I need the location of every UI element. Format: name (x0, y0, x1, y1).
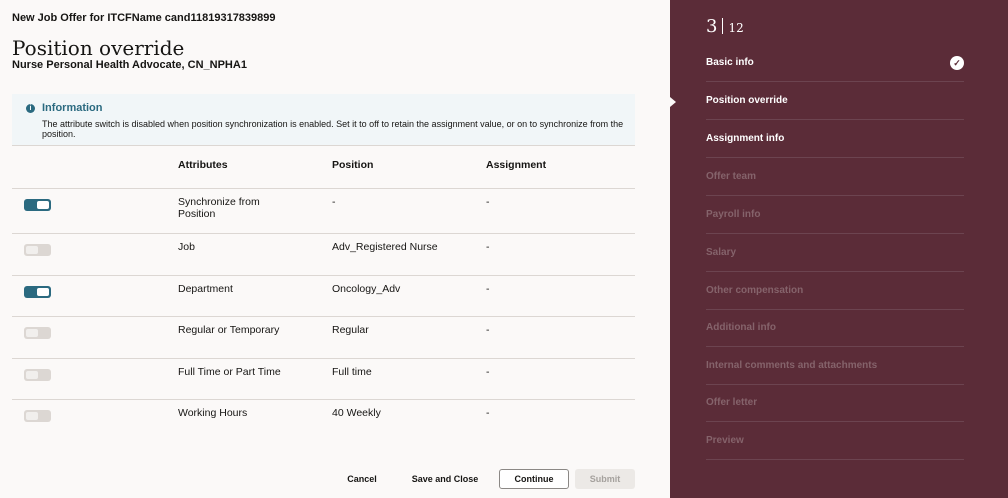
table-row: Department Oncology_Adv - (12, 276, 635, 317)
continue-button[interactable]: Continue (499, 469, 569, 489)
table-header: Attributes Position Assignment (12, 148, 635, 189)
info-heading: Information (42, 102, 103, 114)
current-step-indicator (670, 97, 676, 107)
regular-temporary-toggle (24, 327, 51, 339)
toggle-knob (37, 288, 49, 296)
attribute-cell: Synchronize from Position (178, 196, 260, 220)
toggle-knob (26, 412, 38, 420)
step-label: Basic info (706, 57, 754, 68)
attribute-cell: Working Hours (178, 407, 248, 419)
offer-title: New Job Offer for ITCFName cand118193178… (12, 12, 276, 24)
attribute-cell: Department (178, 283, 233, 295)
step-basic-info[interactable]: Basic info ✓ (706, 44, 964, 82)
column-header-position: Position (332, 159, 374, 171)
step-separator (722, 18, 724, 34)
step-label: Assignment info (706, 133, 785, 144)
step-other-compensation: Other compensation (706, 272, 964, 310)
position-cell: Regular (332, 324, 369, 336)
step-label: Offer team (706, 171, 757, 182)
step-offer-letter: Offer letter (706, 384, 964, 422)
step-salary: Salary (706, 234, 964, 272)
assignment-cell: - (486, 324, 490, 336)
attribute-cell: Job (178, 241, 195, 253)
department-toggle[interactable] (24, 286, 51, 298)
total-steps-number: 12 (728, 21, 744, 35)
cancel-button[interactable]: Cancel (340, 469, 384, 489)
table-row: Synchronize from Position - - (12, 189, 635, 234)
full-part-time-toggle (24, 369, 51, 381)
information-banner: i Information The attribute switch is di… (12, 94, 635, 146)
info-text: The attribute switch is disabled when po… (42, 119, 624, 139)
assignment-cell: - (486, 241, 490, 253)
step-label: Internal comments and attachments (706, 360, 878, 371)
toggle-knob (26, 329, 38, 337)
assignment-cell: - (486, 366, 490, 378)
page-subtitle: Nurse Personal Health Advocate, CN_NPHA1 (12, 59, 247, 71)
position-cell: Oncology_Adv (332, 283, 401, 295)
position-cell: - (332, 196, 336, 208)
toggle-knob (26, 371, 38, 379)
table-row: Job Adv_Registered Nurse - (12, 234, 635, 276)
synchronize-toggle[interactable] (24, 199, 51, 211)
step-label: Salary (706, 247, 737, 258)
step-label: Additional info (706, 322, 776, 333)
submit-button: Submit (575, 469, 635, 489)
current-step-number: 3 (706, 16, 718, 37)
main-panel: New Job Offer for ITCFName cand118193178… (0, 0, 670, 498)
table-row: Full Time or Part Time Full time - (12, 359, 635, 400)
position-cell: 40 Weekly (332, 407, 381, 419)
step-label: Offer letter (706, 397, 758, 408)
page-title: Position override (12, 36, 185, 60)
working-hours-toggle (24, 410, 51, 422)
attribute-cell: Regular or Temporary (178, 324, 280, 336)
step-preview: Preview (706, 422, 964, 460)
step-internal-comments: Internal comments and attachments (706, 347, 964, 385)
info-icon: i (26, 104, 35, 113)
table-row: Regular or Temporary Regular - (12, 317, 635, 359)
table-row: Working Hours 40 Weekly - (12, 400, 635, 434)
step-label: Other compensation (706, 285, 804, 296)
step-label: Preview (706, 435, 744, 446)
position-cell: Full time (332, 366, 372, 378)
column-header-assignment: Assignment (486, 159, 547, 171)
step-counter: 3 12 (706, 16, 744, 37)
toggle-knob (37, 201, 49, 209)
check-icon: ✓ (950, 56, 964, 70)
position-cell: Adv_Registered Nurse (332, 241, 438, 253)
step-sidebar: 3 12 Basic info ✓ Position override Assig… (670, 0, 1008, 498)
step-additional-info: Additional info (706, 309, 964, 347)
toggle-knob (26, 246, 38, 254)
attribute-cell: Full Time or Part Time (178, 366, 281, 378)
step-position-override[interactable]: Position override (706, 82, 964, 120)
step-offer-team: Offer team (706, 158, 964, 196)
step-label: Payroll info (706, 209, 761, 220)
column-header-attributes: Attributes (178, 159, 228, 171)
step-label: Position override (706, 95, 788, 106)
save-and-close-button[interactable]: Save and Close (404, 469, 486, 489)
assignment-cell: - (486, 283, 490, 295)
step-assignment-info[interactable]: Assignment info (706, 120, 964, 158)
step-payroll-info: Payroll info (706, 196, 964, 234)
assignment-cell: - (486, 196, 490, 208)
assignment-cell: - (486, 407, 490, 419)
job-toggle (24, 244, 51, 256)
